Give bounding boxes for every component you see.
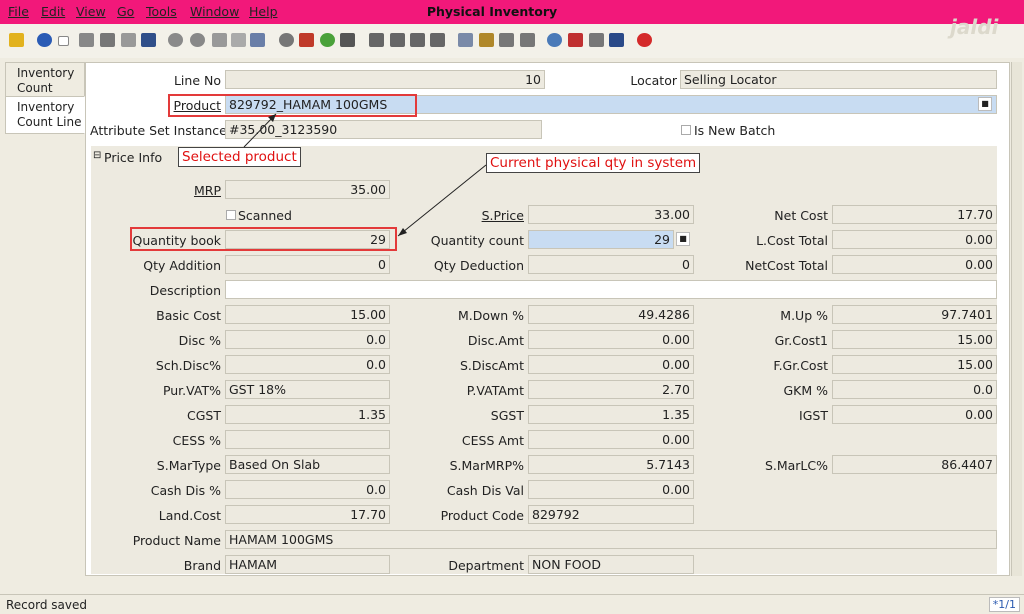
page-indicator: *1/1 (988, 597, 1020, 612)
current-qty-arrow (397, 164, 487, 237)
callout-arrows (243, 113, 487, 237)
status-bar: Record saved *1/1 (0, 594, 1024, 614)
status-text: Record saved (6, 598, 87, 612)
